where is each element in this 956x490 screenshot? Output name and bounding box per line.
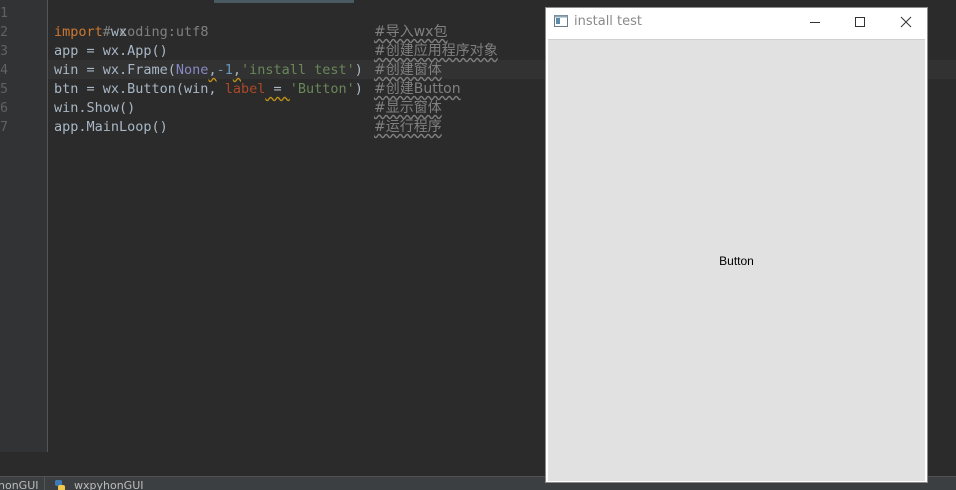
code-comma: , bbox=[232, 62, 241, 78]
close-button[interactable] bbox=[882, 8, 928, 38]
code-comment-zh: #显示窗体 bbox=[374, 100, 442, 116]
line-number: 5 bbox=[0, 82, 8, 97]
code-line-6[interactable]: win.Show() bbox=[54, 99, 135, 118]
tab-divider bbox=[44, 477, 45, 490]
desktop: 1 2 3 4 5 6 7 # coding:utf8 import wx #导… bbox=[0, 0, 956, 490]
code-comment-zh: #创建Button bbox=[374, 81, 461, 97]
code-text: ) bbox=[354, 81, 363, 97]
tab-run-config-2[interactable]: wxpyhonGUI bbox=[74, 479, 144, 490]
code-comma: , bbox=[208, 62, 217, 78]
line-number-gutter: 1 2 3 4 5 6 7 bbox=[0, 0, 48, 452]
code-text: wx bbox=[102, 24, 128, 40]
line-number: 3 bbox=[0, 44, 8, 59]
code-line-5[interactable]: btn = wx.Button(win, label = 'Button') bbox=[54, 80, 363, 99]
app-window-icon bbox=[554, 15, 568, 27]
line-number: 4 bbox=[0, 63, 8, 78]
code-line-1[interactable]: # coding:utf8 bbox=[54, 4, 209, 40]
code-text: ) bbox=[354, 62, 363, 78]
code-text: app.MainLoop() bbox=[54, 119, 168, 135]
code-operator: = bbox=[265, 81, 290, 97]
code-line-2[interactable]: import wx bbox=[54, 23, 127, 42]
code-comment-zh: #导入wx包 bbox=[374, 24, 448, 40]
code-builtin: None bbox=[175, 62, 209, 78]
window-titlebar[interactable]: install test bbox=[546, 8, 927, 38]
code-text: win.Show() bbox=[54, 100, 136, 116]
code-text: btn = wx.Button(win, bbox=[54, 81, 225, 97]
code-string: 'Button' bbox=[289, 81, 355, 97]
line-number: 6 bbox=[0, 101, 8, 116]
editor-tab-indicator bbox=[214, 0, 354, 3]
code-comment-zh: #创建应用程序对象 bbox=[374, 43, 498, 59]
code-comment-zh: #运行程序 bbox=[374, 119, 442, 135]
code-kwarg: label bbox=[224, 81, 266, 97]
maximize-icon bbox=[855, 17, 865, 27]
minimize-button[interactable] bbox=[792, 8, 838, 38]
maximize-button[interactable] bbox=[837, 8, 883, 38]
code-comment-zh: #创建窗体 bbox=[374, 62, 442, 78]
button[interactable]: Button bbox=[548, 40, 925, 481]
line-number: 7 bbox=[0, 120, 8, 135]
code-text: app = wx.App() bbox=[54, 43, 168, 59]
line-number: 1 bbox=[0, 6, 8, 21]
close-icon bbox=[900, 16, 912, 28]
window-client-area: Button bbox=[548, 39, 925, 481]
code-line-3[interactable]: app = wx.App() bbox=[54, 42, 168, 61]
window-title: install test bbox=[574, 14, 643, 29]
code-line-7[interactable]: app.MainLoop() bbox=[54, 118, 168, 137]
code-text: win = wx.Frame( bbox=[54, 62, 176, 78]
minimize-icon bbox=[810, 22, 820, 23]
code-line-4[interactable]: win = wx.Frame(None,-1,'install test') bbox=[54, 61, 363, 80]
line-number: 2 bbox=[0, 25, 8, 40]
code-string: 'install test' bbox=[240, 62, 355, 78]
code-keyword: import bbox=[54, 24, 103, 40]
python-icon bbox=[55, 480, 65, 490]
tab-run-config-1[interactable]: honGUI bbox=[0, 479, 39, 490]
install-test-window: install test Button bbox=[545, 7, 928, 483]
code-number: -1 bbox=[216, 62, 233, 78]
